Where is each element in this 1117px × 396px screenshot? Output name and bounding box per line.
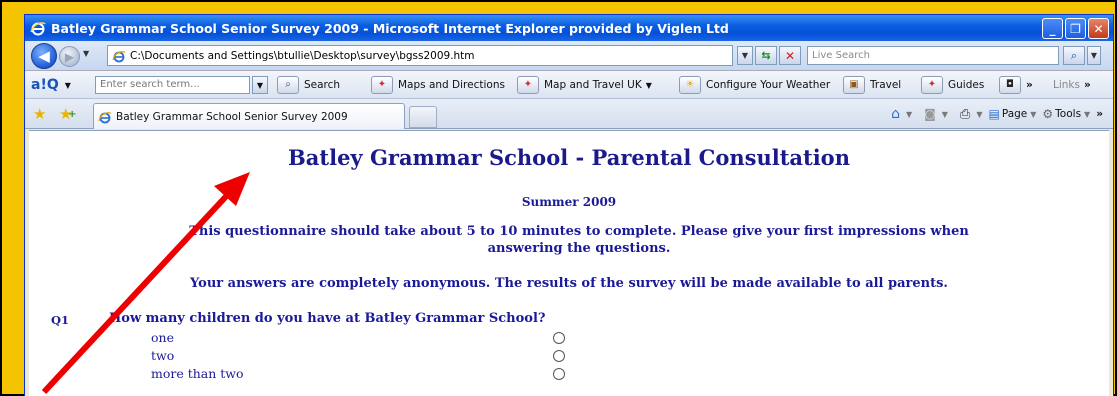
- stop-icon: ✕: [784, 48, 796, 63]
- feeds-dropdown-icon[interactable]: ▼: [942, 110, 948, 119]
- map-icon: ✦: [517, 76, 539, 94]
- add-favorites-icon[interactable]: ★: [59, 105, 77, 123]
- maps-directions-label: Maps and Directions: [398, 79, 505, 91]
- search-toolbar: a!Q ▼ Enter search term... ▼ ⌕ Search ✦ …: [25, 71, 1113, 99]
- links-label: Links: [1053, 79, 1080, 91]
- intro-line-1: This questionnaire should take about 5 t…: [189, 224, 969, 239]
- guides-button[interactable]: ✦ Guides: [921, 71, 984, 99]
- chevron-more-icon: »: [1026, 79, 1033, 91]
- home-dropdown-icon[interactable]: ▼: [906, 110, 912, 119]
- anonymity-notice: Your answers are completely anonymous. T…: [190, 276, 948, 291]
- search-go-button[interactable]: ⌕: [1063, 46, 1085, 65]
- gear-icon: ⚙: [1042, 107, 1054, 121]
- maps-directions-button[interactable]: ✦ Maps and Directions: [371, 71, 505, 99]
- tab-row: ★ ★ Batley Grammar School Senior Survey …: [25, 99, 1113, 129]
- minimize-button[interactable]: _: [1042, 18, 1063, 39]
- search-options-button[interactable]: ▼: [1087, 46, 1101, 65]
- print-dropdown-icon[interactable]: ▼: [976, 110, 982, 119]
- page-menu-button[interactable]: ▤ Page ▼: [988, 107, 1036, 121]
- toolbar-more-button[interactable]: ◘ »: [999, 71, 1033, 99]
- history-dropdown-icon[interactable]: ▼: [83, 49, 89, 58]
- map-travel-label: Map and Travel UK: [544, 79, 642, 91]
- toolbar-search-input[interactable]: Enter search term...: [95, 76, 250, 94]
- feeds-icon[interactable]: ◙: [924, 107, 936, 121]
- intro-line-2: answering the questions.: [487, 241, 671, 256]
- search-icon: ⌕: [277, 76, 299, 94]
- map-travel-uk-button[interactable]: ✦ Map and Travel UK ▼: [517, 71, 652, 99]
- command-bar: ⌂ ▼ ◙ ▼ ⎙ ▼ ▤ Page ▼ ⚙ Tools ▼ »: [891, 99, 1103, 129]
- map-travel-dropdown-icon: ▼: [645, 80, 652, 90]
- forward-button[interactable]: ▶: [59, 46, 80, 67]
- favorites-star-icon[interactable]: ★: [33, 105, 46, 123]
- intro-text: This questionnaire should take about 5 t…: [139, 223, 1019, 257]
- tools-dropdown-icon: ▼: [1084, 109, 1091, 119]
- option-label-more-than-two: more than two: [151, 366, 244, 381]
- radio-option-more-than-two[interactable]: [553, 368, 565, 380]
- address-url: C:\Documents and Settings\btullie\Deskto…: [130, 49, 475, 62]
- page-title: Batley Grammar School - Parental Consult…: [288, 145, 850, 170]
- title-bar: Batley Grammar School Senior Survey 2009…: [25, 15, 1113, 41]
- toolbar-search-label: Search: [304, 79, 341, 91]
- magnifier-icon: ⌕: [1070, 48, 1078, 62]
- travel-label: Travel: [870, 79, 902, 91]
- option-label-two: two: [151, 348, 175, 363]
- address-dropdown-button[interactable]: ▼: [737, 46, 753, 65]
- question-number: Q1: [51, 313, 70, 327]
- new-tab-button[interactable]: [409, 106, 437, 128]
- toolbar-search-dropdown[interactable]: ▼: [252, 76, 268, 94]
- refresh-icon: ⇆: [761, 49, 771, 62]
- aiq-logo[interactable]: a!Q ▼: [31, 71, 71, 99]
- page-icon: ▤: [988, 107, 1000, 121]
- ie-window: Batley Grammar School Senior Survey 2009…: [24, 14, 1114, 396]
- address-bar[interactable]: C:\Documents and Settings\btullie\Deskto…: [107, 45, 733, 66]
- stop-button[interactable]: ✕: [779, 46, 801, 65]
- tab-label: Batley Grammar School Senior Survey 2009: [116, 110, 348, 123]
- links-button[interactable]: Links »: [1053, 71, 1091, 99]
- refresh-button[interactable]: ⇆: [755, 46, 777, 65]
- address-row: ◀ ▶ ▼ C:\Documents and Settings\btullie\…: [25, 41, 1113, 71]
- guide-icon: ✦: [921, 76, 943, 94]
- aiq-dropdown-icon: ▼: [64, 80, 71, 90]
- tab-page-icon: [98, 111, 112, 123]
- tools-menu-label: Tools: [1055, 108, 1082, 120]
- ie-logo-icon: [30, 22, 46, 36]
- links-more-icon: »: [1083, 79, 1091, 91]
- toolbar-search-button[interactable]: ⌕ Search: [277, 71, 340, 99]
- back-arrow-icon: ◀: [38, 47, 50, 65]
- print-icon[interactable]: ⎙: [960, 107, 970, 122]
- configure-weather-button[interactable]: ☀ Configure Your Weather: [679, 71, 830, 99]
- command-more-icon[interactable]: »: [1096, 108, 1103, 120]
- travel-button[interactable]: ▣ Travel: [843, 71, 901, 99]
- guides-label: Guides: [948, 79, 985, 91]
- radio-option-two[interactable]: [553, 350, 565, 362]
- aiq-logo-icon: a!Q: [31, 77, 59, 93]
- tab-active[interactable]: Batley Grammar School Senior Survey 2009: [93, 103, 405, 129]
- option-label-one: one: [151, 330, 174, 345]
- tools-menu-button[interactable]: ⚙ Tools ▼: [1042, 107, 1090, 121]
- home-icon[interactable]: ⌂: [891, 106, 900, 122]
- camera-icon: ◘: [999, 76, 1021, 94]
- close-button[interactable]: ✕: [1088, 18, 1109, 39]
- map-pin-icon: ✦: [371, 76, 393, 94]
- window-title: Batley Grammar School Senior Survey 2009…: [51, 20, 729, 36]
- page-subtitle: Summer 2009: [521, 195, 617, 209]
- forward-arrow-icon: ▶: [64, 49, 75, 64]
- weather-label: Configure Your Weather: [706, 79, 831, 91]
- ie-page-icon: [112, 50, 126, 62]
- live-search-input[interactable]: Live Search: [807, 46, 1059, 65]
- back-button[interactable]: ◀: [31, 43, 57, 69]
- page-dropdown-icon: ▼: [1030, 109, 1037, 119]
- page-menu-label: Page: [1001, 108, 1028, 120]
- suitcase-icon: ▣: [843, 76, 865, 94]
- maximize-button[interactable]: ❐: [1065, 18, 1086, 39]
- page-content: Batley Grammar School - Parental Consult…: [29, 130, 1109, 396]
- sun-icon: ☀: [679, 76, 701, 94]
- radio-option-one[interactable]: [553, 332, 565, 344]
- question-text: How many children do you have at Batley …: [109, 311, 546, 326]
